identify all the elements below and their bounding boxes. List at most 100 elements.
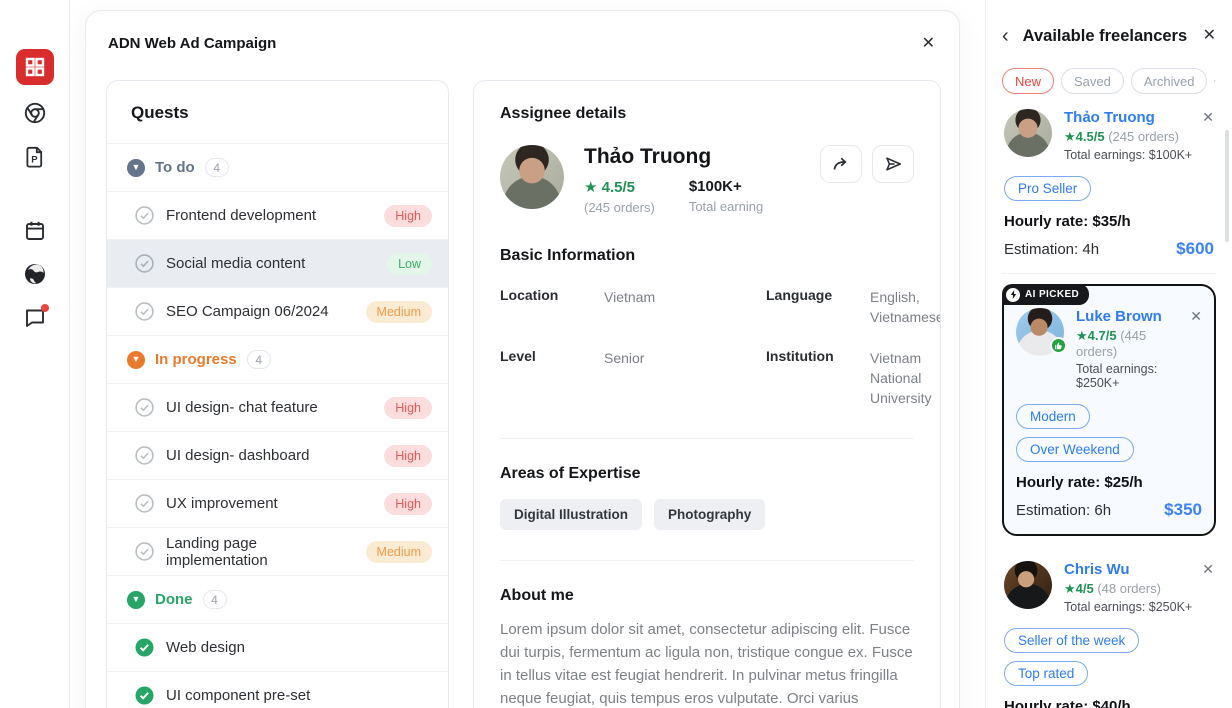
freelancer-avatar xyxy=(1016,308,1064,356)
freelancer-tag[interactable]: Modern xyxy=(1016,404,1090,429)
filter-chip-saved[interactable]: Saved xyxy=(1061,68,1124,94)
freelancer-tag[interactable]: Pro Seller xyxy=(1004,176,1091,201)
panel-scrollbar[interactable] xyxy=(1225,130,1229,242)
quest-item-done[interactable]: Web design xyxy=(107,623,448,671)
price: $600 xyxy=(1176,239,1214,259)
section-todo[interactable]: ▼ To do 4 xyxy=(107,143,448,191)
check-circle-done-icon[interactable] xyxy=(135,686,154,705)
freelancer-card[interactable]: Chris Wu ★4/5 (48 orders) Total earnings… xyxy=(1002,546,1216,708)
send-icon xyxy=(885,156,902,172)
quest-label: UI design- chat feature xyxy=(166,399,372,416)
check-circle-icon[interactable] xyxy=(135,206,154,225)
star-icon: ★ xyxy=(584,179,597,196)
star-icon: ★ xyxy=(1076,328,1088,343)
freelancer-tag[interactable]: Seller of the week xyxy=(1004,628,1139,653)
freelancer-name[interactable]: Chris Wu xyxy=(1064,561,1196,578)
sort-icon[interactable] xyxy=(1214,75,1216,87)
assignee-avatar xyxy=(500,145,564,209)
quest-label: UI component pre-set xyxy=(166,687,432,704)
star-icon: ★ xyxy=(1064,129,1076,144)
check-circle-icon[interactable] xyxy=(135,542,154,561)
priority-badge: High xyxy=(384,493,432,515)
check-circle-icon[interactable] xyxy=(135,398,154,417)
assignee-earning: $100K+ Total earning xyxy=(689,178,763,215)
check-circle-icon[interactable] xyxy=(135,446,154,465)
areas-of-expertise-title: Areas of Expertise xyxy=(500,465,914,483)
share-button[interactable] xyxy=(820,145,862,183)
quest-label: Social media content xyxy=(166,255,375,272)
back-chevron-icon[interactable]: ‹ xyxy=(1002,26,1009,46)
expertise-tag[interactable]: Digital Illustration xyxy=(500,499,642,530)
info-label: Location xyxy=(500,287,592,328)
section-label: To do xyxy=(155,159,195,176)
freelancer-earnings: Total earnings: $250K+ xyxy=(1076,362,1184,390)
price: $350 xyxy=(1164,500,1202,520)
section-done[interactable]: ▼ Done 4 xyxy=(107,575,448,623)
expertise-tag[interactable]: Photography xyxy=(654,499,765,530)
sidebar-item-web[interactable] xyxy=(23,262,47,286)
ai-picked-badge: AI PICKED xyxy=(1002,284,1089,305)
quest-item[interactable]: SEO Campaign 06/2024 Medium xyxy=(107,287,448,335)
section-count-badge: 4 xyxy=(247,350,271,369)
freelancer-card[interactable]: Thảo Truong ★4.5/5 (245 orders) Total ea… xyxy=(1002,94,1216,273)
freelancer-earnings: Total earnings: $100K+ xyxy=(1064,148,1196,162)
dismiss-icon[interactable]: ✕ xyxy=(1202,109,1214,162)
app-window: P ADN Web Ad xyxy=(0,0,1232,708)
estimation: Estimation: 4h xyxy=(1004,241,1176,258)
campaign-modal: ADN Web Ad Campaign ✕ Quests ▼ To do 4 F… xyxy=(85,10,960,708)
freelancer-name[interactable]: Thảo Truong xyxy=(1064,109,1196,126)
sidebar-item-dashboard[interactable] xyxy=(16,49,54,85)
sidebar-item-chat[interactable] xyxy=(23,305,47,329)
file-p-icon: P xyxy=(23,145,47,169)
freelancers-panel: ‹ Available freelancers ✕ New Saved Arch… xyxy=(985,0,1232,708)
sidebar-item-files[interactable]: P xyxy=(23,145,47,169)
chevron-down-icon[interactable]: ▼ xyxy=(127,351,145,369)
quest-item[interactable]: Frontend development High xyxy=(107,191,448,239)
quest-item[interactable]: UX improvement High xyxy=(107,479,448,527)
filter-chip-archived[interactable]: Archived xyxy=(1131,68,1208,94)
check-circle-icon[interactable] xyxy=(135,494,154,513)
modal-close-button[interactable]: ✕ xyxy=(922,36,935,52)
share-arrow-icon xyxy=(832,156,850,172)
globe-icon xyxy=(23,262,47,286)
check-circle-done-icon[interactable] xyxy=(135,638,154,657)
sidebar-item-browser[interactable] xyxy=(23,101,47,125)
sidebar-item-calendar[interactable] xyxy=(23,219,47,243)
section-in-progress[interactable]: ▼ In progress 4 xyxy=(107,335,448,383)
filter-chip-new[interactable]: New xyxy=(1002,68,1054,94)
freelancer-tag[interactable]: Over Weekend xyxy=(1016,437,1134,462)
quest-item-selected[interactable]: Social media content Low xyxy=(107,239,448,287)
freelancer-tag[interactable]: Top rated xyxy=(1004,661,1088,686)
check-circle-icon[interactable] xyxy=(135,254,154,273)
panel-close-button[interactable]: ✕ xyxy=(1203,28,1216,44)
priority-badge: High xyxy=(384,397,432,419)
info-label: Institution xyxy=(766,348,858,409)
assignee-profile: Thảo Truong ★ 4.5/5 (245 orders) $100K+ … xyxy=(500,145,914,215)
quest-item[interactable]: UI design- chat feature High xyxy=(107,383,448,431)
info-value: Senior xyxy=(604,348,754,409)
send-button[interactable] xyxy=(872,145,914,183)
quest-item[interactable]: Landing page implementation Medium xyxy=(107,527,448,575)
assignee-rating: ★ 4.5/5 (245 orders) xyxy=(584,178,655,215)
chevron-down-icon[interactable]: ▼ xyxy=(127,159,145,177)
about-me-title: About me xyxy=(500,587,914,605)
quest-item-done[interactable]: UI component pre-set xyxy=(107,671,448,708)
about-me-text: Lorem ipsum dolor sit amet, consectetur … xyxy=(500,619,914,708)
quest-item[interactable]: UI design- dashboard High xyxy=(107,431,448,479)
dismiss-icon[interactable]: ✕ xyxy=(1202,561,1214,614)
check-circle-icon[interactable] xyxy=(135,302,154,321)
estimation: Estimation: 6h xyxy=(1016,502,1164,519)
quests-title: Quests xyxy=(107,81,448,143)
info-label: Level xyxy=(500,348,592,409)
section-count-badge: 4 xyxy=(205,158,229,177)
freelancer-card-ai-picked[interactable]: AI PICKED Luke Brown ★4.7/5 (445 orders)… xyxy=(1002,284,1216,536)
freelancer-name[interactable]: Luke Brown xyxy=(1076,308,1184,325)
info-value: Vietnam National University xyxy=(870,348,941,409)
app-sidebar: P xyxy=(0,0,70,708)
chevron-down-icon[interactable]: ▼ xyxy=(127,591,145,609)
dismiss-icon[interactable]: ✕ xyxy=(1190,308,1202,390)
assignee-details-title: Assignee details xyxy=(500,105,914,123)
priority-badge: High xyxy=(384,205,432,227)
freelancers-title: Available freelancers xyxy=(1023,27,1203,46)
section-count-badge: 4 xyxy=(203,590,227,609)
